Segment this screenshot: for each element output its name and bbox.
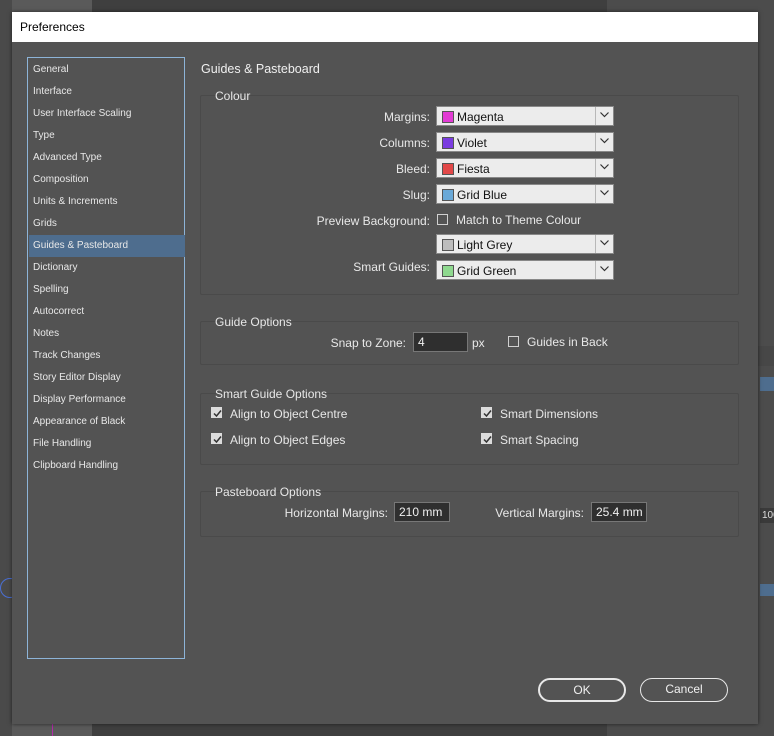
smart-guides-swatch: [442, 265, 454, 277]
sidebar-item-display-performance[interactable]: Display Performance: [29, 389, 185, 411]
smart-guides-value: Grid Green: [457, 264, 517, 278]
vertical-margins-label: Vertical Margins:: [495, 506, 584, 520]
guide-options-title: Guide Options: [215, 315, 292, 329]
columns-label: Columns:: [379, 136, 430, 150]
margins-label: Margins:: [383, 110, 430, 124]
preview-background-value: Light Grey: [457, 238, 513, 252]
margins-colour-dropdown[interactable]: Magenta: [436, 106, 614, 126]
slug-colour-dropdown[interactable]: Grid Blue: [436, 184, 614, 204]
smart-guides-dropdown[interactable]: Grid Green: [436, 260, 614, 280]
align-object-centre-label: Align to Object Centre: [230, 407, 348, 421]
sidebar-item-general[interactable]: General: [29, 59, 185, 81]
guides-in-back-label: Guides in Back: [527, 335, 608, 349]
chevron-down-icon: [595, 133, 613, 151]
bleed-swatch: [442, 163, 454, 175]
preview-background-dropdown[interactable]: Light Grey: [436, 234, 614, 254]
horizontal-margins-label: Horizontal Margins:: [284, 506, 388, 520]
align-object-centre-checkbox[interactable]: [211, 407, 222, 418]
smart-dimensions-label: Smart Dimensions: [500, 407, 599, 421]
background-selected-row: [760, 377, 774, 391]
match-theme-colour-checkbox[interactable]: [437, 214, 448, 225]
sidebar-item-appearance-black[interactable]: Appearance of Black: [29, 411, 185, 433]
sidebar-item-story-editor[interactable]: Story Editor Display: [29, 367, 185, 389]
bleed-value: Fiesta: [457, 162, 490, 176]
sidebar-item-interface[interactable]: Interface: [29, 81, 185, 103]
sidebar-item-composition[interactable]: Composition: [29, 169, 185, 191]
vertical-margins-input[interactable]: 25.4 mm: [591, 502, 647, 522]
smart-spacing-label: Smart Spacing: [500, 433, 579, 447]
sidebar-item-autocorrect[interactable]: Autocorrect: [29, 301, 185, 323]
chevron-down-icon: [595, 159, 613, 177]
cancel-button[interactable]: Cancel: [640, 678, 728, 702]
snap-unit-label: px: [472, 336, 485, 350]
sidebar-item-ui-scaling[interactable]: User Interface Scaling: [29, 103, 185, 125]
align-object-edges-checkbox[interactable]: [211, 433, 222, 444]
smart-dimensions-checkbox[interactable]: [481, 407, 492, 418]
checkmark-icon: [213, 410, 222, 418]
dialog-titlebar: Preferences: [12, 12, 758, 42]
sidebar-item-guides-pasteboard[interactable]: Guides & Pasteboard: [29, 235, 185, 257]
preferences-sidebar: General Interface User Interface Scaling…: [27, 57, 185, 659]
checkmark-icon: [213, 436, 222, 444]
margins-value: Magenta: [457, 110, 504, 124]
colour-group-title: Colour: [215, 89, 251, 103]
columns-colour-dropdown[interactable]: Violet: [436, 132, 614, 152]
checkmark-icon: [483, 410, 492, 418]
background-value-field: 100: [760, 508, 774, 523]
slug-value: Grid Blue: [457, 188, 508, 202]
margins-swatch: [442, 111, 454, 123]
columns-swatch: [442, 137, 454, 149]
match-theme-colour-label: Match to Theme Colour: [456, 213, 582, 227]
smart-guide-options-group: [200, 393, 739, 465]
chevron-down-icon: [595, 261, 613, 279]
panel-heading: Guides & Pasteboard: [201, 62, 320, 76]
preview-background-swatch: [442, 239, 454, 251]
smart-guide-options-title: Smart Guide Options: [215, 387, 328, 401]
guides-in-back-checkbox[interactable]: [508, 336, 519, 347]
columns-value: Violet: [457, 136, 487, 150]
checkmark-icon: [483, 436, 492, 444]
bleed-colour-dropdown[interactable]: Fiesta: [436, 158, 614, 178]
sidebar-item-clipboard-handling[interactable]: Clipboard Handling: [29, 455, 185, 477]
snap-to-zone-input[interactable]: 4: [413, 332, 468, 352]
sidebar-item-dictionary[interactable]: Dictionary: [29, 257, 185, 279]
background-panel-bar: [756, 346, 774, 366]
chevron-down-icon: [595, 235, 613, 253]
snap-to-zone-label: Snap to Zone:: [330, 336, 406, 350]
smart-guides-label: Smart Guides:: [353, 260, 430, 274]
chevron-down-icon: [595, 185, 613, 203]
dialog-title: Preferences: [20, 20, 85, 34]
background-selected-row-2: [760, 584, 774, 596]
sidebar-item-units[interactable]: Units & Increments: [29, 191, 185, 213]
smart-spacing-checkbox[interactable]: [481, 433, 492, 444]
background-left-strip: [0, 0, 12, 736]
chevron-down-icon: [595, 107, 613, 125]
sidebar-item-advanced-type[interactable]: Advanced Type: [29, 147, 185, 169]
sidebar-item-spelling[interactable]: Spelling: [29, 279, 185, 301]
bleed-label: Bleed:: [395, 162, 430, 176]
slug-label: Slug:: [402, 188, 430, 202]
align-object-edges-label: Align to Object Edges: [230, 433, 346, 447]
horizontal-margins-input[interactable]: 210 mm: [394, 502, 450, 522]
preferences-dialog: Preferences General Interface User Inter…: [12, 12, 758, 724]
sidebar-item-grids[interactable]: Grids: [29, 213, 185, 235]
sidebar-item-type[interactable]: Type: [29, 125, 185, 147]
sidebar-item-track-changes[interactable]: Track Changes: [29, 345, 185, 367]
sidebar-item-notes[interactable]: Notes: [29, 323, 185, 345]
sidebar-item-file-handling[interactable]: File Handling: [29, 433, 185, 455]
pasteboard-options-title: Pasteboard Options: [215, 485, 322, 499]
ok-button[interactable]: OK: [538, 678, 626, 702]
preview-background-label: Preview Background:: [316, 214, 430, 228]
slug-swatch: [442, 189, 454, 201]
